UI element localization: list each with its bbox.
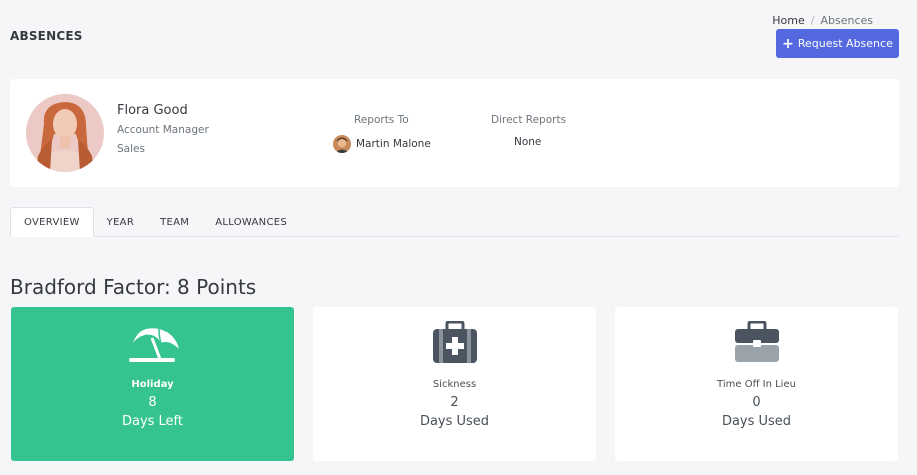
request-absence-label: Request Absence bbox=[797, 37, 893, 50]
toil-unit: Days Used bbox=[721, 414, 792, 429]
briefcase-icon bbox=[729, 320, 785, 367]
bradford-factor-heading: Bradford Factor: 8 Points bbox=[10, 275, 257, 299]
employee-avatar bbox=[26, 94, 104, 172]
reports-to-person[interactable]: Martin Malone bbox=[333, 135, 431, 153]
toil-label: Time Off In Lieu bbox=[717, 379, 796, 390]
employee-role: Account Manager bbox=[117, 124, 209, 136]
tab-year[interactable]: YEAR bbox=[94, 207, 147, 237]
reports-to-label: Reports To bbox=[354, 114, 409, 126]
toil-value: 0 bbox=[752, 395, 761, 410]
request-absence-button[interactable]: + Request Absence bbox=[776, 29, 899, 58]
profile-card: Flora Good Account Manager Sales Reports… bbox=[10, 79, 899, 187]
time-off-in-lieu-card[interactable]: Time Off In Lieu 0 Days Used bbox=[615, 307, 898, 461]
reports-to-name: Martin Malone bbox=[356, 138, 431, 150]
breadcrumb-current: Absences bbox=[820, 14, 873, 27]
employee-name: Flora Good bbox=[117, 103, 188, 118]
plus-icon: + bbox=[782, 35, 794, 52]
employee-department: Sales bbox=[117, 143, 145, 155]
sickness-card[interactable]: Sickness 2 Days Used bbox=[313, 307, 596, 461]
sickness-label: Sickness bbox=[432, 379, 477, 390]
tab-team[interactable]: TEAM bbox=[147, 207, 202, 237]
holiday-unit: Days Left bbox=[121, 414, 184, 429]
holiday-value: 8 bbox=[148, 395, 157, 410]
direct-reports-value: None bbox=[514, 136, 542, 148]
manager-avatar bbox=[333, 135, 351, 153]
absence-tabs: OVERVIEW YEAR TEAM ALLOWANCES bbox=[10, 207, 899, 237]
beach-umbrella-icon bbox=[125, 321, 181, 367]
tab-overview[interactable]: OVERVIEW bbox=[10, 207, 94, 237]
holiday-card[interactable]: Holiday 8 Days Left bbox=[11, 307, 294, 461]
page-title: ABSENCES bbox=[10, 29, 83, 43]
breadcrumb: Home / Absences bbox=[772, 14, 873, 27]
direct-reports-label: Direct Reports bbox=[491, 114, 567, 126]
first-aid-kit-icon bbox=[427, 320, 483, 367]
holiday-label: Holiday bbox=[131, 379, 174, 390]
sickness-unit: Days Used bbox=[419, 414, 490, 429]
sickness-value: 2 bbox=[450, 395, 459, 410]
breadcrumb-home-link[interactable]: Home bbox=[772, 14, 804, 27]
tab-allowances[interactable]: ALLOWANCES bbox=[202, 207, 300, 237]
breadcrumb-separator: / bbox=[810, 14, 815, 27]
